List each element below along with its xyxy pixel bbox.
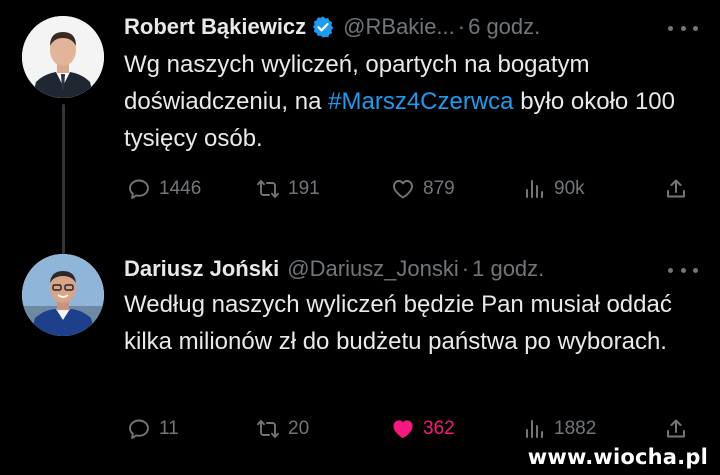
views-button[interactable]: 1882 bbox=[522, 411, 596, 447]
author-handle[interactable]: @RBakie... bbox=[343, 14, 455, 40]
site-watermark: www.wiocha.pl bbox=[527, 445, 708, 469]
separator-dot: · bbox=[461, 256, 470, 281]
like-count: 879 bbox=[423, 178, 455, 199]
share-icon bbox=[667, 419, 685, 438]
like-count: 362 bbox=[423, 418, 455, 439]
reply-button[interactable]: 11 bbox=[127, 411, 179, 447]
reply-icon bbox=[129, 419, 149, 439]
reply-count: 1446 bbox=[159, 178, 202, 199]
reply-icon bbox=[129, 179, 149, 199]
separator-dot: · bbox=[457, 14, 466, 39]
views-button[interactable]: 90k bbox=[522, 171, 585, 207]
reply-button[interactable]: 1446 bbox=[127, 171, 201, 207]
retweet-icon bbox=[257, 180, 279, 198]
avatar-robert-bakiewicz[interactable] bbox=[22, 16, 104, 98]
like-button[interactable]: 879 bbox=[391, 171, 455, 207]
tweet-dariusz-jonski[interactable]: Dariusz Joński @Dariusz_Jonski · 1 godz.… bbox=[0, 240, 720, 475]
like-icon bbox=[393, 180, 413, 199]
tweet-actions: 1446 191 879 90k bbox=[0, 171, 720, 207]
retweet-count: 20 bbox=[288, 418, 310, 439]
more-icon[interactable] bbox=[668, 18, 698, 38]
retweet-count: 191 bbox=[288, 178, 320, 199]
tweet-header: Robert Bąkiewicz @RBakie... · 6 godz. bbox=[124, 10, 540, 44]
author-handle[interactable]: @Dariusz_Jonski bbox=[287, 256, 459, 282]
like-button[interactable]: 362 bbox=[391, 411, 455, 447]
views-icon bbox=[526, 420, 543, 438]
retweet-button[interactable]: 20 bbox=[256, 411, 309, 447]
tweet-robert-bakiewicz[interactable]: Robert Bąkiewicz @RBakie... · 6 godz. Wg… bbox=[0, 0, 720, 254]
tweet-thread: Robert Bąkiewicz @RBakie... · 6 godz. Wg… bbox=[0, 0, 720, 475]
retweet-icon bbox=[257, 420, 279, 438]
tweet-header: Dariusz Joński @Dariusz_Jonski · 1 godz. bbox=[124, 252, 544, 286]
tweet-actions: 11 20 362 1882 bbox=[0, 411, 720, 447]
avatar-dariusz-jonski[interactable] bbox=[22, 254, 104, 336]
like-icon bbox=[393, 420, 413, 439]
tweet-text: Według naszych wyliczeń będzie Pan musia… bbox=[124, 291, 672, 355]
hashtag-link[interactable]: #Marsz4Czerwca bbox=[328, 88, 513, 115]
author-name[interactable]: Robert Bąkiewicz bbox=[124, 14, 306, 40]
retweet-button[interactable]: 191 bbox=[256, 171, 320, 207]
author-name[interactable]: Dariusz Joński bbox=[124, 256, 279, 282]
tweet-timestamp[interactable]: 1 godz. bbox=[472, 256, 544, 282]
share-icon bbox=[667, 179, 685, 198]
tweet-timestamp[interactable]: 6 godz. bbox=[468, 14, 540, 40]
verified-badge-icon bbox=[311, 15, 335, 39]
views-count: 1882 bbox=[554, 418, 597, 439]
reply-count: 11 bbox=[159, 418, 179, 439]
tweet-text: Wg naszych wyliczeń, opartych na bogatym… bbox=[124, 46, 694, 157]
more-icon[interactable] bbox=[668, 260, 698, 280]
views-count: 90k bbox=[554, 178, 585, 199]
views-icon bbox=[526, 180, 543, 198]
share-button[interactable] bbox=[664, 171, 688, 207]
share-button[interactable] bbox=[664, 411, 688, 447]
